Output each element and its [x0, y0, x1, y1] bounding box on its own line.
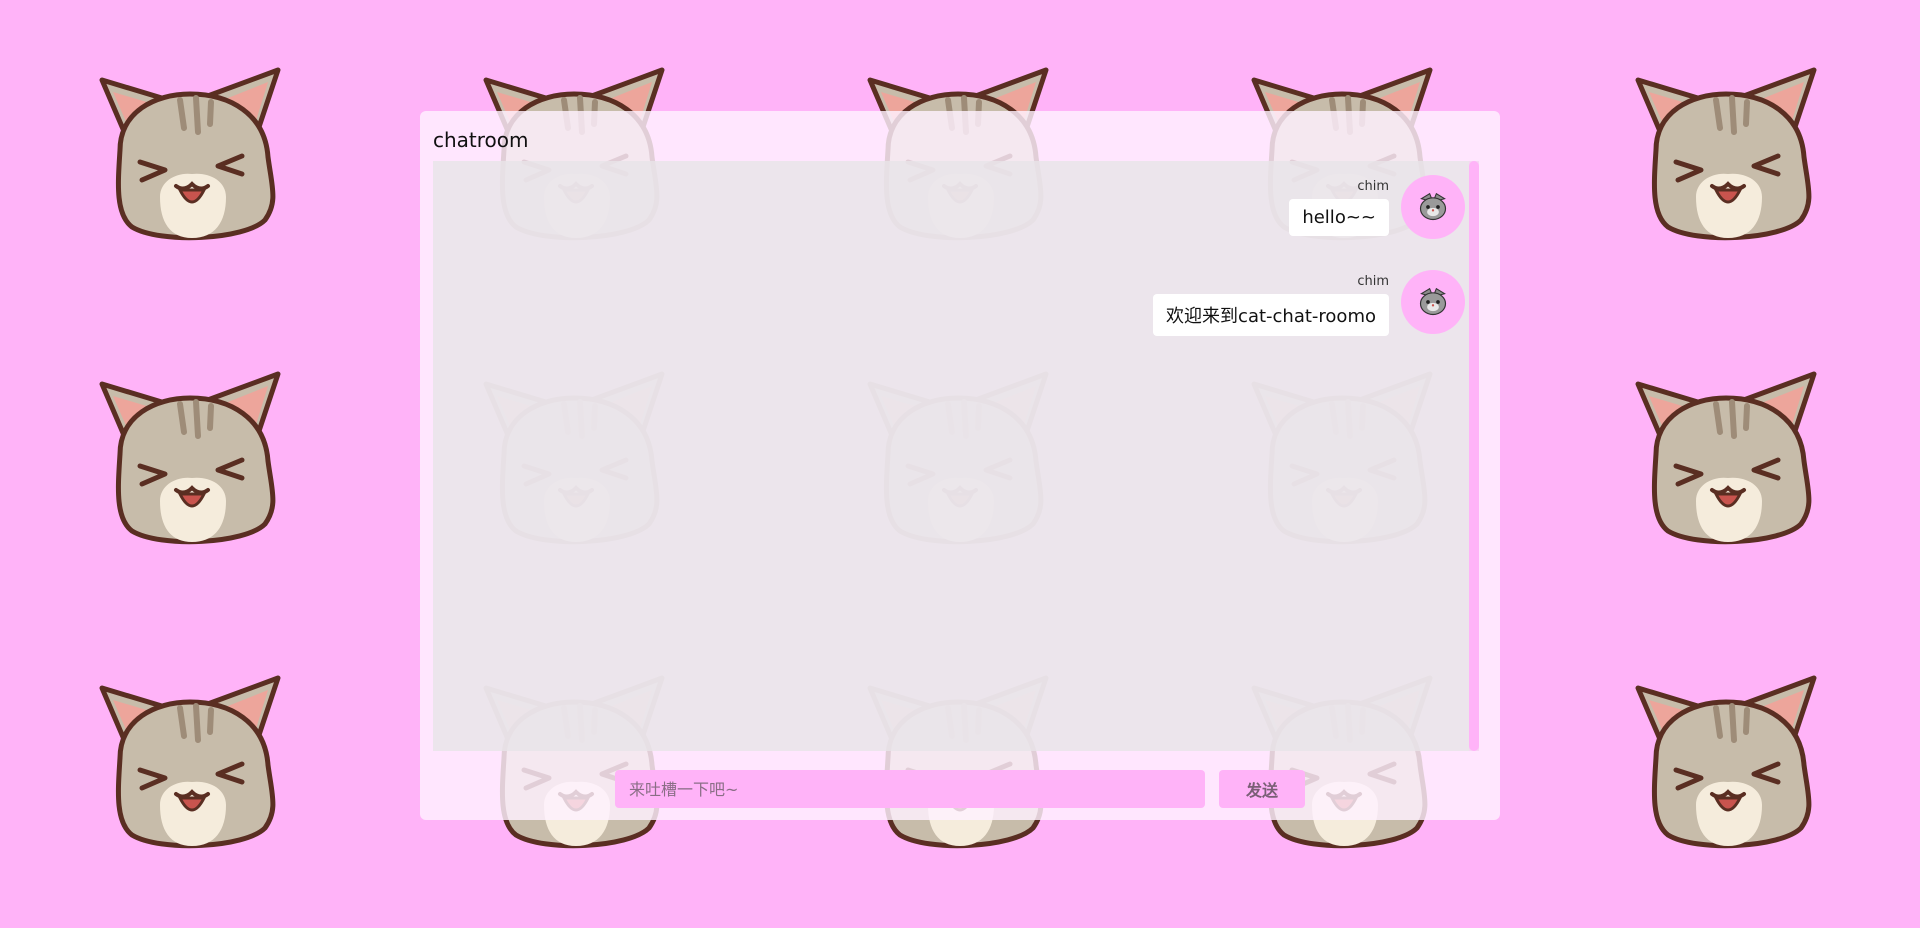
- message-body: chim hello~~: [1289, 175, 1389, 236]
- laughing-cat-face-icon: [80, 62, 300, 252]
- gray-cat-avatar-icon: [1419, 288, 1447, 316]
- message-item: chim hello~~: [1289, 175, 1465, 239]
- laughing-cat-face-icon: [1616, 62, 1836, 252]
- send-button[interactable]: 发送: [1219, 770, 1305, 808]
- laughing-cat-face-icon: [1616, 670, 1836, 860]
- gray-cat-avatar-icon: [1419, 193, 1447, 221]
- message-bubble: 欢迎来到cat-chat-roomo: [1153, 294, 1389, 336]
- scrollbar-thumb[interactable]: [1469, 161, 1479, 751]
- chatroom-title: chatroom: [433, 128, 529, 152]
- message-body: chim 欢迎来到cat-chat-roomo: [1153, 270, 1389, 336]
- message-bubble: hello~~: [1289, 199, 1389, 236]
- message-sender: chim: [1357, 179, 1389, 194]
- message-sender: chim: [1357, 274, 1389, 289]
- composer: 发送: [615, 770, 1305, 808]
- laughing-cat-face-icon: [1616, 366, 1836, 556]
- message-item: chim 欢迎来到cat-chat-roomo: [1153, 270, 1465, 336]
- laughing-cat-face-icon: [80, 670, 300, 860]
- message-input[interactable]: [615, 770, 1205, 808]
- laughing-cat-face-icon: [80, 366, 300, 556]
- avatar: [1401, 175, 1465, 239]
- message-list[interactable]: chim hello~~ chim 欢迎来到cat-chat-roomo: [433, 161, 1479, 751]
- avatar: [1401, 270, 1465, 334]
- scrollbar-track[interactable]: [1469, 161, 1479, 751]
- chatroom-panel: chatroom chim hello~~ chim 欢迎来到cat-chat-…: [420, 111, 1500, 820]
